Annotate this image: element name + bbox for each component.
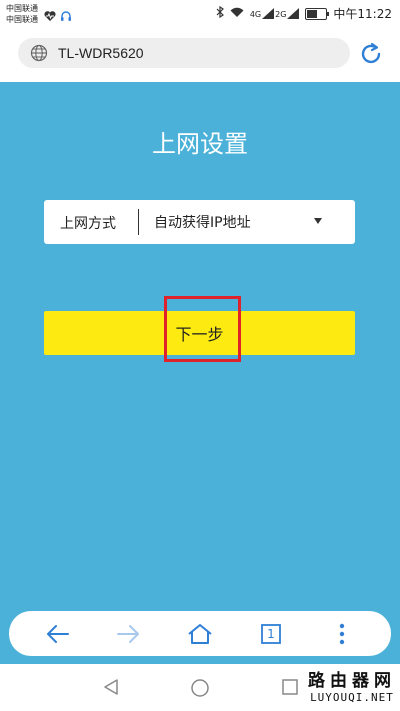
refresh-icon[interactable] — [358, 41, 384, 71]
back-arrow-icon[interactable] — [43, 619, 73, 649]
watermark-top: 路由器网 — [308, 671, 396, 691]
next-step-button[interactable]: 下一步 — [44, 311, 355, 355]
home-icon[interactable] — [185, 619, 215, 649]
status-bar: 中国联通 中国联通 4G 2G 中午11:22 — [0, 0, 400, 28]
status-right: 4G 2G 中午11:22 — [216, 5, 392, 22]
nav-back-icon[interactable] — [102, 678, 120, 700]
tabs-icon[interactable]: 1 — [256, 619, 286, 649]
page-title: 上网设置 — [152, 130, 248, 158]
signal2-label: 2G — [275, 10, 287, 19]
battery-icon — [305, 7, 330, 20]
nav-recents-icon[interactable] — [281, 678, 299, 700]
connection-type-label: 上网方式 — [60, 216, 116, 232]
heart-rate-icon — [44, 7, 56, 26]
router-setup-page: 上网设置 上网方式 自动获得IP地址 下一步 1 — [0, 82, 400, 664]
signal-icon: 4G 2G — [250, 8, 300, 19]
nav-home-icon[interactable] — [190, 678, 210, 702]
carrier-info: 中国联通 中国联通 — [6, 3, 38, 25]
notification-icons — [44, 7, 72, 26]
headset-icon — [60, 7, 72, 26]
forward-arrow-icon[interactable] — [113, 619, 143, 649]
connection-type-value: 自动获得IP地址 — [154, 215, 251, 231]
browser-address-bar: TL-WDR5620 — [0, 28, 400, 82]
more-icon[interactable] — [327, 619, 357, 649]
select-divider — [138, 209, 139, 235]
connection-type-select[interactable]: 上网方式 自动获得IP地址 — [44, 200, 355, 244]
clock: 中午11:22 — [333, 7, 392, 21]
signal1-label: 4G — [249, 10, 262, 19]
browser-toolbar: 1 — [9, 611, 391, 656]
url-text: TL-WDR5620 — [58, 45, 144, 61]
dropdown-arrow-icon — [314, 218, 322, 224]
wifi-icon — [230, 7, 244, 21]
tab-count: 1 — [267, 627, 275, 641]
site-watermark: 路由器网 LUYOUQI.NET — [308, 666, 396, 704]
watermark-bottom: LUYOUQI.NET — [310, 691, 394, 704]
system-nav-bar: 路由器网 LUYOUQI.NET — [0, 664, 400, 711]
globe-icon — [30, 44, 48, 66]
url-field[interactable]: TL-WDR5620 — [18, 38, 350, 68]
carrier-2: 中国联通 — [6, 15, 38, 24]
battery-fill — [307, 9, 318, 18]
carrier-1: 中国联通 — [6, 4, 38, 13]
bluetooth-icon — [216, 5, 224, 21]
